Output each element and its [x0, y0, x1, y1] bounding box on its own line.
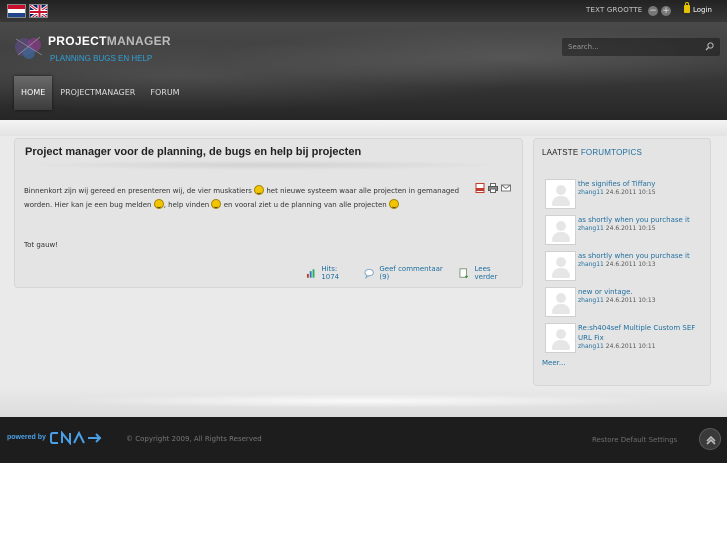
forum-topic-meta: zhang11 24.6.2011 10:15 [578, 189, 656, 196]
article-meta: Hits: 1074 Geef commentaar (9) Lees verd… [306, 265, 522, 281]
forum-topics-panel: LAATSTE FORUMTOPICS the signifies of Tif… [533, 138, 711, 386]
comment-link[interactable]: Geef commentaar (9) [379, 265, 450, 281]
arrow-up-icon [706, 435, 716, 445]
nav-item-forum[interactable]: FORUM [143, 76, 186, 110]
flag-uk-icon[interactable] [29, 4, 48, 18]
text-size-decrease-button[interactable]: − [648, 6, 658, 16]
list-item: Re:sh404sef Multiple Custom SEF URL Fix … [545, 323, 707, 355]
copyright-text: © Copyright 2009, All Rights Reserved [126, 435, 262, 443]
logo-subtitle: PLANNING BUGS EN HELP [50, 54, 153, 63]
forum-topic-date: 24.6.2011 10:15 [605, 225, 656, 232]
forum-topic-link[interactable]: new or vintage. [578, 287, 703, 297]
forum-topic-link[interactable]: Re:sh404sef Multiple Custom SEF URL Fix [578, 323, 703, 343]
footer-divider [0, 386, 727, 417]
read-more-icon [459, 267, 469, 278]
main-nav: HOME PROJECTMANAGER FORUM [14, 76, 188, 110]
forum-topic-link[interactable]: as shortly when you purchase it [578, 215, 703, 225]
title-divider [23, 160, 509, 170]
forum-topic-date: 24.6.2011 10:11 [605, 343, 656, 350]
forum-topic-date: 24.6.2011 10:13 [605, 297, 656, 304]
logo-title-accent: MANAGER [106, 34, 171, 48]
article-title[interactable]: Project manager voor de planning, de bug… [25, 146, 361, 158]
read-more-link[interactable]: Lees verder [475, 265, 514, 281]
article-text-4: en vooral ziet u de planning van alle pr… [223, 201, 387, 209]
list-item: as shortly when you purchase it zhang11 … [545, 215, 707, 247]
forum-panel-title: LAATSTE FORUMTOPICS [542, 148, 642, 157]
lock-icon [684, 2, 690, 13]
search-icon[interactable] [705, 42, 714, 51]
login-label: Login [693, 6, 712, 14]
avatar [545, 215, 576, 245]
article-text-1: Binnenkort zijn wij gereed en presentere… [24, 187, 252, 195]
avatar [545, 323, 576, 353]
login-link[interactable]: Login [684, 2, 712, 14]
logo-title-main: PROJECT [48, 34, 107, 48]
text-size-increase-button[interactable]: + [661, 6, 671, 16]
forum-topic-link[interactable]: the signifies of Tiffany [578, 179, 703, 189]
smiley-cool-icon [211, 199, 222, 209]
avatar [545, 251, 576, 281]
article-panel: Project manager voor de planning, de bug… [14, 138, 523, 288]
hits-count: Hits: 1074 [321, 265, 340, 281]
forum-topic-date: 24.6.2011 10:13 [605, 261, 656, 268]
comment-icon [364, 268, 374, 279]
hits-chart-icon [306, 268, 315, 278]
avatar [545, 287, 576, 317]
back-to-top-button[interactable] [699, 428, 721, 450]
nav-item-home[interactable]: HOME [14, 76, 53, 110]
list-item: the signifies of Tiffany zhang11 24.6.20… [545, 179, 707, 211]
list-item: new or vintage. zhang11 24.6.2011 10:13 [545, 287, 707, 319]
forum-topic-meta: zhang11 24.6.2011 10:13 [578, 261, 656, 268]
forum-topic-user[interactable]: zhang11 [578, 189, 604, 196]
site-footer: powered by © Copyright 2009, All Rights … [0, 417, 727, 463]
article-body: Binnenkort zijn wij gereed en presentere… [24, 184, 464, 212]
forum-topic-meta: zhang11 24.6.2011 10:15 [578, 225, 656, 232]
cms-logo-icon[interactable] [50, 431, 102, 445]
forum-topic-user[interactable]: zhang11 [578, 343, 604, 350]
article-tools [475, 183, 511, 193]
list-item: as shortly when you purchase it zhang11 … [545, 251, 707, 283]
site-header: TEXT GROOTTE − + Login PROJECTMANAGER PL… [0, 0, 727, 120]
powered-by-label: powered by [7, 434, 46, 441]
forum-topic-user[interactable]: zhang11 [578, 261, 604, 268]
logo-title[interactable]: PROJECTMANAGER [48, 34, 171, 48]
smiley-wink-icon [388, 199, 399, 209]
email-icon[interactable] [501, 183, 511, 193]
print-icon[interactable] [488, 183, 498, 193]
forum-title-plain: LAATSTE [542, 148, 579, 157]
pdf-icon[interactable] [475, 183, 485, 193]
forum-topic-user[interactable]: zhang11 [578, 297, 604, 304]
flag-nl-icon[interactable] [7, 4, 26, 18]
restore-defaults-link[interactable]: Restore Default Settings [592, 436, 677, 444]
search-box [562, 38, 720, 56]
smiley-grin-icon [153, 199, 164, 209]
article-text-3: , help vinden [163, 201, 210, 209]
more-topics-link[interactable]: Meer... [542, 359, 566, 367]
smiley-happy-icon [254, 185, 265, 195]
article-closing: Tot gauw! [24, 241, 59, 249]
forum-topic-meta: zhang11 24.6.2011 10:11 [578, 343, 656, 350]
search-input[interactable] [568, 41, 698, 53]
nav-item-projectmanager[interactable]: PROJECTMANAGER [53, 76, 142, 110]
text-size-label: TEXT GROOTTE [586, 6, 643, 14]
content-band [0, 120, 727, 136]
forum-topic-date: 24.6.2011 10:15 [605, 189, 656, 196]
forum-title-accent: FORUMTOPICS [580, 148, 642, 157]
avatar [545, 179, 576, 209]
forum-topic-meta: zhang11 24.6.2011 10:13 [578, 297, 656, 304]
logo-icon [15, 36, 43, 59]
forum-topic-user[interactable]: zhang11 [578, 225, 604, 232]
forum-topic-link[interactable]: as shortly when you purchase it [578, 251, 703, 261]
